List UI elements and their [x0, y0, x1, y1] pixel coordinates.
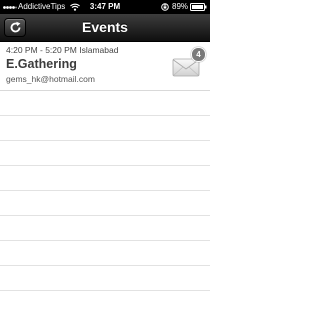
empty-row	[0, 91, 210, 116]
empty-row	[0, 166, 210, 191]
empty-row	[0, 116, 210, 141]
event-email: gems_hk@hotmail.com	[6, 74, 95, 84]
empty-row	[0, 291, 210, 315]
empty-row	[0, 216, 210, 241]
events-list: 4:20 PM - 5:20 PM Islamabad E.Gathering …	[0, 42, 210, 315]
event-title: E.Gathering	[6, 57, 77, 71]
empty-row	[0, 266, 210, 291]
battery-percentage: 89%	[172, 2, 189, 11]
page-title: Events	[82, 19, 128, 35]
empty-row	[0, 191, 210, 216]
event-row[interactable]: 4:20 PM - 5:20 PM Islamabad E.Gathering …	[0, 42, 210, 91]
empty-row	[0, 241, 210, 266]
empty-row	[0, 141, 210, 166]
unread-count-badge: 4	[191, 47, 206, 62]
rotation-lock-icon	[161, 3, 169, 11]
refresh-button[interactable]	[4, 18, 26, 37]
navigation-bar: Events	[0, 14, 210, 42]
event-time: 4:20 PM - 5:20 PM Islamabad	[6, 45, 119, 55]
status-bar: AddictiveTips 3:47 PM 89%	[0, 0, 210, 14]
battery-icon	[190, 3, 207, 11]
refresh-icon	[10, 21, 21, 33]
events-screen: AddictiveTips 3:47 PM 89% Events 4:20 PM…	[0, 0, 210, 315]
